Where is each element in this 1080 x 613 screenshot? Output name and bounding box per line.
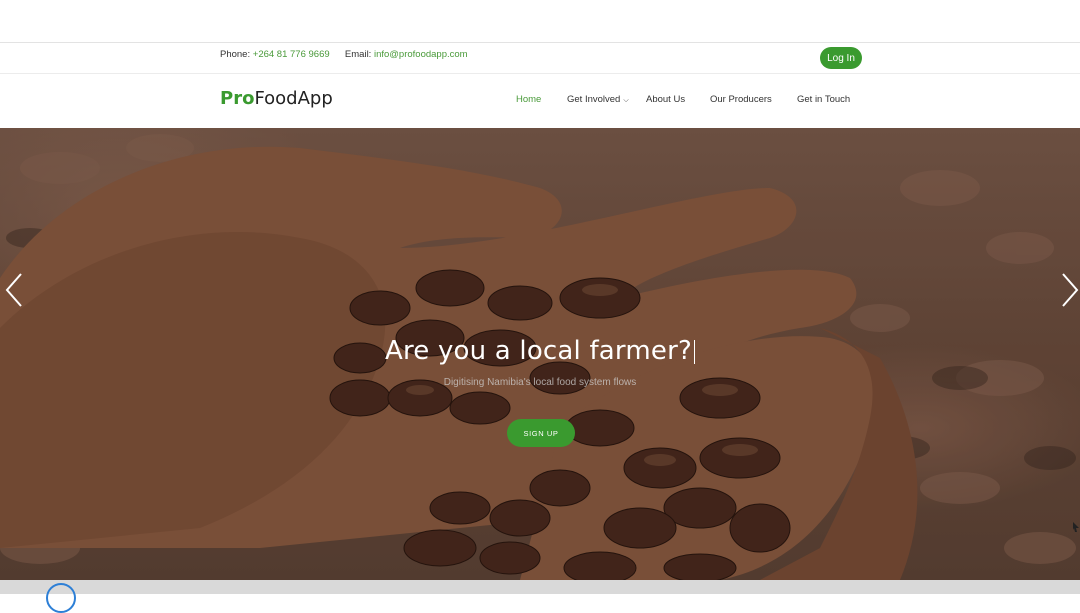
nav-get-in-touch[interactable]: Get in Touch (797, 94, 850, 105)
nav-get-involved[interactable]: Get Involved ⌵ (567, 94, 629, 105)
phone-label: Phone: (220, 49, 251, 60)
logo-pro: Pro (220, 88, 255, 109)
nav-get-involved-label: Get Involved (567, 94, 621, 105)
phone-link[interactable]: +264 81 776 9669 (253, 49, 330, 60)
loading-circle-icon (46, 583, 76, 613)
bottom-strip (0, 580, 1080, 594)
hero-subtitle: Digitising Namibia's local food system f… (443, 377, 637, 388)
nav-our-producers[interactable]: Our Producers (710, 94, 772, 105)
nav-about-us[interactable]: About Us (646, 94, 685, 105)
contact-topbar: Phone: +264 81 776 9669 Email: info@prof… (0, 43, 1080, 74)
typing-cursor (693, 339, 695, 364)
chevron-down-icon: ⌵ (623, 97, 629, 104)
contact-info: Phone: +264 81 776 9669 Email: info@prof… (220, 49, 468, 60)
browser-top-area (0, 0, 1080, 43)
main-navbar: ProFoodApp Home Get Involved ⌵ About Us O… (0, 74, 1080, 128)
logo-foodapp: FoodApp (254, 88, 333, 109)
hero-slider: Are you a local farmer? Digitising Namib… (0, 128, 1080, 580)
hero-title-text: Are you a local farmer? (385, 336, 692, 366)
chevron-left-icon[interactable] (2, 268, 32, 312)
chevron-right-icon[interactable] (1052, 268, 1080, 312)
email-link[interactable]: info@profoodapp.com (374, 49, 468, 60)
email-label: Email: (344, 49, 372, 60)
site-logo[interactable]: ProFoodApp (220, 88, 333, 109)
login-button[interactable]: Log In (820, 47, 862, 69)
sign-up-button[interactable]: SIGN UP (507, 419, 575, 447)
mouse-pointer-icon (1073, 522, 1079, 532)
hero-title: Are you a local farmer? (0, 336, 1080, 366)
nav-home[interactable]: Home (516, 94, 541, 105)
